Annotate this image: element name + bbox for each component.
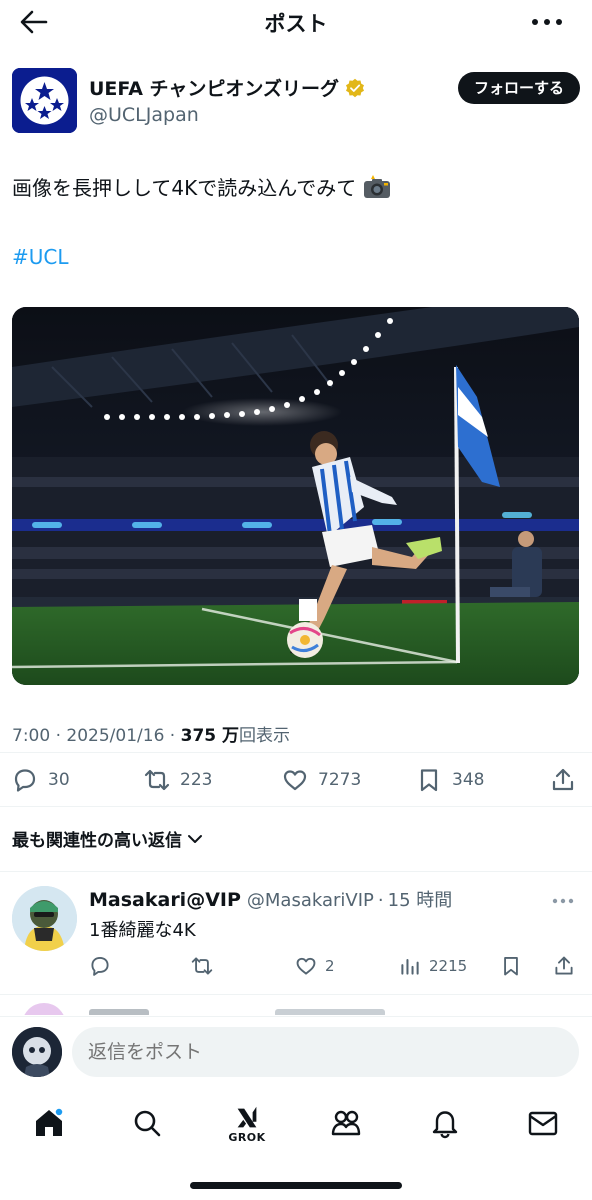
reply-time: 15 時間	[387, 890, 453, 911]
bookmark-icon	[504, 957, 518, 976]
home-icon	[36, 1107, 64, 1136]
post-time: 7:00	[12, 726, 51, 746]
reply-repost-button[interactable]	[191, 952, 213, 980]
reply-views-count: 2215	[429, 957, 468, 975]
stadium-corner-kick-photo	[12, 307, 579, 685]
reply-item[interactable]: Masakari@VIP @MasakariVIP · 15 時間 1番綺麗な4K 2	[0, 872, 592, 994]
repost-button[interactable]: 223	[144, 762, 212, 798]
top-bar: ポスト	[0, 0, 592, 44]
divider	[0, 806, 592, 807]
repost-count: 223	[180, 770, 213, 790]
tab-notifications[interactable]	[420, 1098, 470, 1148]
reply-views-button[interactable]: 2215	[399, 952, 467, 980]
post-hashtag[interactable]: #UCL	[12, 245, 69, 269]
analytics-icon	[401, 959, 419, 975]
repost-icon	[144, 769, 170, 791]
reply-composer	[0, 1016, 592, 1088]
my-avatar[interactable]	[12, 1027, 62, 1077]
bell-icon	[432, 1111, 458, 1139]
reply-share-button[interactable]	[553, 952, 575, 980]
reply-sort-dropdown[interactable]: 最も関連性の高い返信	[12, 826, 204, 851]
bookmark-count: 348	[452, 770, 485, 790]
reply-count: 30	[48, 770, 70, 790]
mail-icon	[528, 1111, 558, 1136]
home-indicator	[190, 1182, 402, 1189]
divider	[0, 752, 592, 753]
reply-reply-button[interactable]	[89, 952, 111, 980]
post-date: 2025/01/16	[66, 726, 165, 746]
post-meta: 7:00 · 2025/01/16 · 375 万回表示	[12, 726, 291, 746]
heart-icon	[283, 770, 307, 791]
reply-avatar[interactable]	[12, 886, 77, 951]
reply-avatar-image	[12, 886, 77, 951]
post-views-count: 375 万	[180, 726, 240, 746]
reply-like-count: 2	[325, 957, 335, 975]
bottom-tab-bar: GROK	[0, 1088, 592, 1158]
like-count: 7273	[318, 770, 362, 790]
follow-button[interactable]: フォローする	[457, 72, 580, 104]
share-icon	[555, 956, 573, 975]
author-handle[interactable]: @UCLJapan	[89, 104, 199, 126]
author-avatar[interactable]	[12, 68, 77, 133]
like-button[interactable]: 7273	[282, 762, 361, 798]
heart-icon	[296, 957, 316, 975]
reply-author[interactable]: Masakari@VIP @MasakariVIP · 15 時間	[89, 886, 452, 912]
communities-icon	[331, 1110, 361, 1136]
share-button[interactable]	[550, 762, 576, 798]
reply-sort-label: 最も関連性の高い返信	[12, 831, 182, 851]
reply-input[interactable]	[72, 1027, 579, 1077]
post-image[interactable]	[12, 307, 579, 685]
reply-author-handle: @MasakariVIP	[246, 890, 374, 911]
post-author: UEFA チャンピオンズリーグ @UCLJapan フォローする	[12, 68, 580, 138]
tab-search[interactable]	[122, 1098, 172, 1148]
reply-icon	[14, 769, 36, 792]
bookmark-icon	[420, 769, 438, 792]
reply-bookmark-button[interactable]	[500, 952, 522, 980]
next-reply-peek	[0, 995, 592, 1015]
repost-icon	[191, 957, 213, 975]
reply-separator: ·	[377, 890, 384, 911]
post-actions: 30 223 7273 348	[12, 762, 580, 798]
reply-author-name: Masakari@VIP	[89, 889, 241, 911]
reply-actions: 2 2215	[89, 952, 579, 980]
post-views-label: 回表示	[239, 726, 291, 746]
camera-flash-icon	[364, 175, 391, 198]
tab-communities[interactable]	[321, 1098, 371, 1148]
reply-like-button[interactable]: 2	[295, 952, 335, 980]
reply-text: 1番綺麗な4K	[89, 920, 196, 941]
tab-grok[interactable]: GROK	[222, 1098, 272, 1148]
more-horizontal-icon[interactable]	[552, 898, 574, 904]
search-icon	[134, 1110, 161, 1137]
post-text: 画像を長押しして4Kで読み込んでみて	[12, 172, 392, 201]
grok-icon	[237, 1106, 257, 1127]
reply-button[interactable]: 30	[12, 762, 70, 798]
next-reply-fragment	[24, 1003, 385, 1015]
reply-icon	[91, 957, 109, 976]
page-title: ポスト	[264, 12, 328, 36]
verified-badge-icon	[345, 78, 364, 98]
more-horizontal-icon[interactable]	[530, 10, 564, 34]
ucl-starball-logo	[12, 68, 77, 133]
author-name[interactable]: UEFA チャンピオンズリーグ	[89, 74, 365, 101]
share-icon	[552, 768, 574, 791]
my-avatar-image	[12, 1027, 62, 1077]
bookmark-button[interactable]: 348	[416, 762, 484, 798]
chevron-down-icon	[188, 834, 202, 843]
tab-messages[interactable]	[518, 1098, 568, 1148]
tab-home[interactable]	[24, 1098, 74, 1148]
tab-grok-label: GROK	[228, 1130, 266, 1144]
